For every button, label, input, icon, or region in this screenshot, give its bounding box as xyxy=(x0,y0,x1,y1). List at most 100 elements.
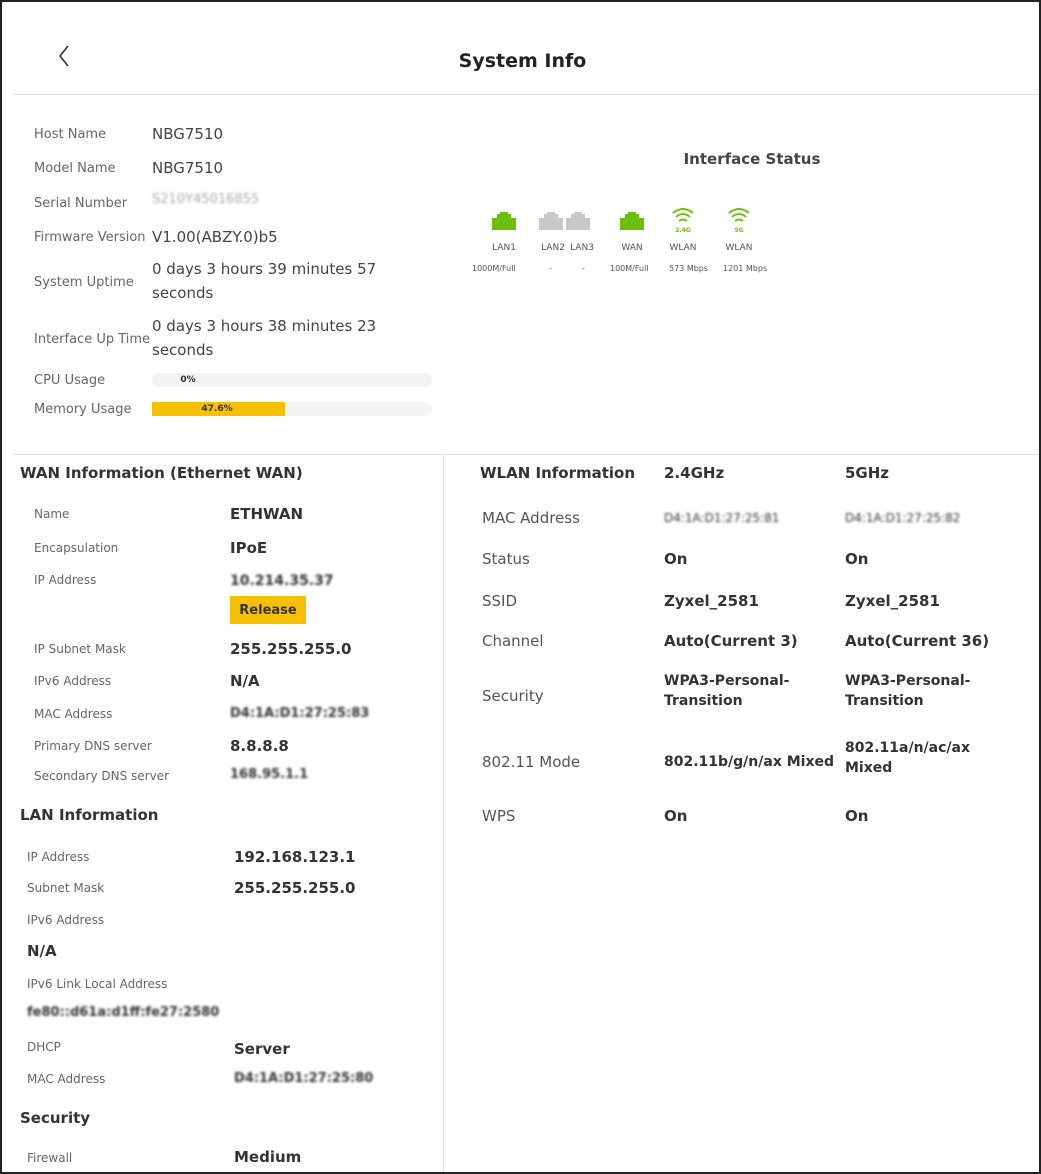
port-label-wlan-2g: WLAN xyxy=(669,243,697,253)
wifi-5g-icon: 5G xyxy=(727,206,751,238)
wan-port-icon xyxy=(620,212,644,234)
cpu-usage-bar: 0% xyxy=(152,373,432,387)
system-info-page: System Info Host Name NBG7510 Model Name… xyxy=(0,0,1041,1174)
lan-ipv6-label: IPv6 Address xyxy=(27,913,105,927)
wlan-mode-label: 802.11 Mode xyxy=(482,753,581,771)
lan2-port-icon xyxy=(539,212,563,234)
wlan-security-2g: WPA3-Personal- xyxy=(664,673,790,689)
memory-usage-label: Memory Usage xyxy=(34,402,132,417)
speed-wan: 100M/Full xyxy=(610,264,649,273)
wifi-2g-band-text: 2.4G xyxy=(675,227,691,234)
interface-uptime-value-cont: seconds xyxy=(152,341,214,359)
release-button[interactable]: Release xyxy=(230,596,306,624)
wlan-wps-label: WPS xyxy=(482,807,516,825)
wan-name-value: ETHWAN xyxy=(230,505,304,523)
divider xyxy=(14,454,1039,455)
speed-wlan-2g: 573 Mbps xyxy=(669,264,709,273)
port-label-wlan-5g: WLAN xyxy=(725,243,753,253)
wan-name-label: Name xyxy=(34,507,70,521)
wlan-wps-5g: On xyxy=(845,807,869,825)
wlan-security-5g: WPA3-Personal- xyxy=(845,673,971,689)
wlan-security-5g-cont: Transition xyxy=(845,693,924,709)
system-uptime-value: 0 days 3 hours 39 minutes 57 xyxy=(152,260,377,278)
firewall-label: Firewall xyxy=(27,1151,73,1165)
wan-mask-value: 255.255.255.0 xyxy=(230,640,352,658)
lan-mac-label: MAC Address xyxy=(27,1072,106,1086)
wan-mac-value: D4:1A:D1:27:25:83 xyxy=(230,706,370,721)
lan1-port-icon xyxy=(492,212,516,234)
firmware-version-value: V1.00(ABZY.0)b5 xyxy=(152,228,278,246)
wan-dns2-value: 168.95.1.1 xyxy=(230,767,309,782)
wlan-mode-5g-cont: Mixed xyxy=(845,760,893,776)
lan-dhcp-label: DHCP xyxy=(27,1040,61,1054)
divider xyxy=(14,94,1039,95)
interface-uptime-value: 0 days 3 hours 38 minutes 23 xyxy=(152,317,377,335)
wlan-ssid-5g: Zyxel_2581 xyxy=(845,592,940,610)
lan-mask-value: 255.255.255.0 xyxy=(234,879,356,897)
wan-dns1-label: Primary DNS server xyxy=(34,739,152,753)
column-divider xyxy=(443,454,444,1172)
speed-lan3: - xyxy=(582,264,585,273)
wan-ipv6-label: IPv6 Address xyxy=(34,674,112,688)
wlan-band-2g-header: 2.4GHz xyxy=(664,464,725,482)
wan-ipv6-value: N/A xyxy=(230,672,260,690)
interface-status-title: Interface Status xyxy=(683,150,821,168)
host-name-label: Host Name xyxy=(34,127,107,142)
speed-lan2: - xyxy=(549,264,552,273)
lan-mask-label: Subnet Mask xyxy=(27,881,105,895)
wlan-mac-label: MAC Address xyxy=(482,509,580,527)
wan-dns1-value: 8.8.8.8 xyxy=(230,737,289,755)
firewall-value: Medium xyxy=(234,1148,302,1166)
wlan-channel-label: Channel xyxy=(482,632,544,650)
system-uptime-label: System Uptime xyxy=(34,275,134,290)
wlan-wps-2g: On xyxy=(664,807,688,825)
serial-number-value: S210Y45016855 xyxy=(152,192,260,207)
wlan-info-title: WLAN Information xyxy=(480,464,636,482)
lan-mac-value: D4:1A:D1:27:25:80 xyxy=(234,1071,374,1086)
wlan-status-5g: On xyxy=(845,550,869,568)
wlan-band-5g-header: 5GHz xyxy=(845,464,890,482)
model-name-label: Model Name xyxy=(34,161,116,176)
speed-wlan-5g: 1201 Mbps xyxy=(723,264,768,273)
wan-info-title: WAN Information (Ethernet WAN) xyxy=(20,464,303,482)
wan-mask-label: IP Subnet Mask xyxy=(34,642,126,656)
wlan-channel-5g: Auto(Current 36) xyxy=(845,632,990,650)
lan-link-local-label: IPv6 Link Local Address xyxy=(27,977,168,991)
wlan-mac-5g: D4:1A:D1:27:25:82 xyxy=(845,511,961,525)
speed-lan1: 1000M/Full xyxy=(472,264,516,273)
interface-uptime-label: Interface Up Time xyxy=(34,332,151,347)
lan-dhcp-value: Server xyxy=(234,1040,290,1058)
model-name-value: NBG7510 xyxy=(152,159,224,177)
memory-usage-bar: 47.6% xyxy=(152,402,432,416)
wan-mac-label: MAC Address xyxy=(34,707,113,721)
wlan-mode-5g: 802.11a/n/ac/ax xyxy=(845,740,971,756)
wlan-mac-2g: D4:1A:D1:27:25:81 xyxy=(664,511,780,525)
memory-usage-text: 47.6% xyxy=(201,404,233,414)
lan-ip-label: IP Address xyxy=(27,850,90,864)
lan3-port-icon xyxy=(566,212,590,234)
wifi-2g-icon: 2.4G xyxy=(671,206,695,238)
wlan-status-2g: On xyxy=(664,550,688,568)
port-label-lan2: LAN2 xyxy=(541,243,565,253)
port-label-lan3: LAN3 xyxy=(570,243,594,253)
port-label-lan1: LAN1 xyxy=(492,243,516,253)
cpu-usage-label: CPU Usage xyxy=(34,373,106,388)
wifi-5g-band-text: 5G xyxy=(734,227,743,234)
wan-encap-value: IPoE xyxy=(230,539,268,557)
lan-ipv6-value: N/A xyxy=(27,942,57,960)
firmware-version-label: Firmware Version xyxy=(34,230,146,245)
wlan-ssid-label: SSID xyxy=(482,592,518,610)
cpu-usage-text: 0% xyxy=(180,375,196,385)
wlan-security-2g-cont: Transition xyxy=(664,693,743,709)
wan-ip-label: IP Address xyxy=(34,573,97,587)
wlan-security-label: Security xyxy=(482,687,544,705)
page-title: System Info xyxy=(458,50,587,72)
wlan-status-label: Status xyxy=(482,550,530,568)
system-uptime-value-cont: seconds xyxy=(152,284,214,302)
host-name-value: NBG7510 xyxy=(152,125,224,143)
wan-ip-value: 10.214.35.37 xyxy=(230,573,334,589)
lan-link-local-value: fe80::d61a:d1ff:fe27:2580 xyxy=(27,1005,220,1020)
security-title: Security xyxy=(20,1109,91,1127)
wlan-channel-2g: Auto(Current 3) xyxy=(664,632,798,650)
wan-dns2-label: Secondary DNS server xyxy=(34,769,169,783)
